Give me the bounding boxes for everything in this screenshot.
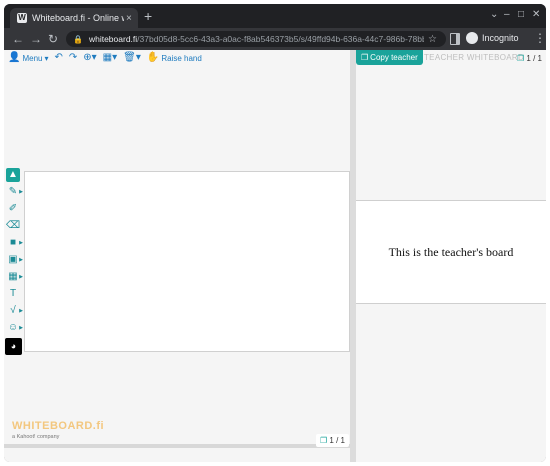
teacher-page-count: 1 / 1 (526, 54, 542, 63)
copy-icon: ❐ (361, 53, 369, 62)
pages-icon: ❐ (320, 436, 328, 445)
grid-icon[interactable]: ▦▾ (103, 53, 117, 63)
pen-tool-icon[interactable]: ✎ ▶ (6, 185, 23, 199)
math-tool-icon[interactable]: √ ▶ (6, 304, 23, 318)
horizontal-scrollbar[interactable] (4, 444, 350, 448)
pages-icon: ❐ (517, 54, 525, 63)
tab-title: Whiteboard.fi - Online wh (32, 13, 124, 23)
url-text: whiteboard.fi/37bd05d8-5cc6-43a3-a0ac-f8… (88, 34, 424, 44)
incognito-label[interactable]: Incognito (482, 33, 519, 43)
chevron-down-icon[interactable]: ⌄ (490, 9, 498, 21)
copy-teacher-button[interactable]: ❐ Copy teacher (356, 50, 423, 65)
trash-icon[interactable]: 🗑▾ (123, 53, 141, 63)
kahoot-company-text: a Kahoot! company (12, 434, 60, 440)
bookmark-star-icon[interactable]: ☆ (428, 34, 437, 45)
menu-label: Menu (22, 53, 43, 63)
user-icon: 👤 (8, 52, 21, 63)
browser-window: W Whiteboard.fi - Online wh × + ⌄ – □ ✕ … (4, 4, 546, 462)
undo-icon[interactable]: ↶ (54, 53, 62, 63)
redo-icon[interactable]: ↷ (69, 53, 77, 63)
whiteboard-favicon-icon: W (17, 13, 27, 23)
copy-teacher-label: Copy teacher (370, 53, 418, 62)
browser-toolbar: ← → ↻ 🔒 whiteboard.fi/37bd05d8-5cc6-43a3… (4, 28, 546, 50)
menu-button[interactable]: 👤 Menu ▾ (8, 53, 48, 63)
teacher-page-indicator[interactable]: ❐ 1 / 1 (517, 54, 542, 63)
color-palette-icon[interactable]: ◕ (5, 338, 22, 355)
forward-arrow-icon[interactable]: → (30, 32, 42, 46)
student-canvas[interactable] (24, 171, 350, 352)
address-bar[interactable]: 🔒 whiteboard.fi/37bd05d8-5cc6-43a3-a0ac-… (66, 31, 446, 47)
whiteboard-logo: WHITEBOARD.fi (12, 420, 105, 432)
incognito-icon[interactable] (466, 32, 478, 44)
maximize-icon[interactable]: □ (518, 9, 524, 21)
minimize-icon[interactable]: – (504, 9, 510, 21)
raise-hand-label: Raise hand (161, 53, 202, 63)
teacher-board-text: This is the teacher's board (388, 244, 514, 259)
zoom-icon[interactable]: ⊕▾ (83, 53, 96, 63)
reload-icon[interactable]: ↻ (48, 32, 58, 46)
caret-down-icon: ▾ (44, 53, 49, 63)
page-count: 1 / 1 (329, 436, 345, 445)
student-board-pane: 👤 Menu ▾ ↶ ↷ ⊕▾ ▦▾ 🗑▾ ✋ Raise hand ▲ ✎ ▶ … (4, 50, 350, 462)
lock-icon: 🔒 (73, 34, 83, 44)
teacher-board-header: TEACHER WHITEBOARD (424, 53, 525, 62)
tab-close-icon[interactable]: × (126, 13, 132, 24)
back-arrow-icon[interactable]: ← (12, 32, 24, 46)
marker-tool-icon[interactable]: ✐ (6, 202, 20, 216)
more-menu-icon[interactable]: ⋮ (534, 32, 546, 44)
teacher-canvas: This is the teacher's board (356, 200, 546, 304)
page-content: 👤 Menu ▾ ↶ ↷ ⊕▾ ▦▾ 🗑▾ ✋ Raise hand ▲ ✎ ▶ … (4, 50, 546, 462)
page-indicator[interactable]: ❐ 1 / 1 (316, 434, 349, 447)
emoji-tool-icon[interactable]: ☺ ▶ (6, 321, 23, 335)
shape-tool-icon[interactable]: ■ ▶ (6, 236, 23, 250)
media-tool-icon[interactable]: ▣ ▶ (6, 253, 23, 267)
close-window-icon[interactable]: ✕ (532, 9, 540, 21)
select-tool-icon[interactable]: ▲ (6, 168, 20, 182)
eraser-tool-icon[interactable]: ⌫ (6, 219, 20, 233)
browser-tab[interactable]: W Whiteboard.fi - Online wh × (10, 8, 138, 28)
side-panel-icon[interactable] (450, 33, 460, 45)
tab-strip: W Whiteboard.fi - Online wh × + ⌄ – □ ✕ (4, 4, 546, 28)
text-tool-icon[interactable]: T (6, 287, 20, 301)
board-toolbar: 👤 Menu ▾ ↶ ↷ ⊕▾ ▦▾ 🗑▾ ✋ Raise hand (8, 50, 202, 66)
teacher-board-pane: TEACHER WHITEBOARD ❐ Copy teacher ❐ 1 / … (356, 50, 546, 462)
drawing-tools: ▲ ✎ ▶ ✐ ⌫ ■ ▶ ▣ ▶ ▦ ▶ T √ ▶ ☺ ▶ (6, 168, 23, 338)
raise-hand-button[interactable]: ✋ Raise hand (147, 53, 202, 63)
hand-icon: ✋ (146, 52, 160, 63)
image-tool-icon[interactable]: ▦ ▶ (6, 270, 23, 284)
new-tab-button[interactable]: + (144, 9, 152, 23)
